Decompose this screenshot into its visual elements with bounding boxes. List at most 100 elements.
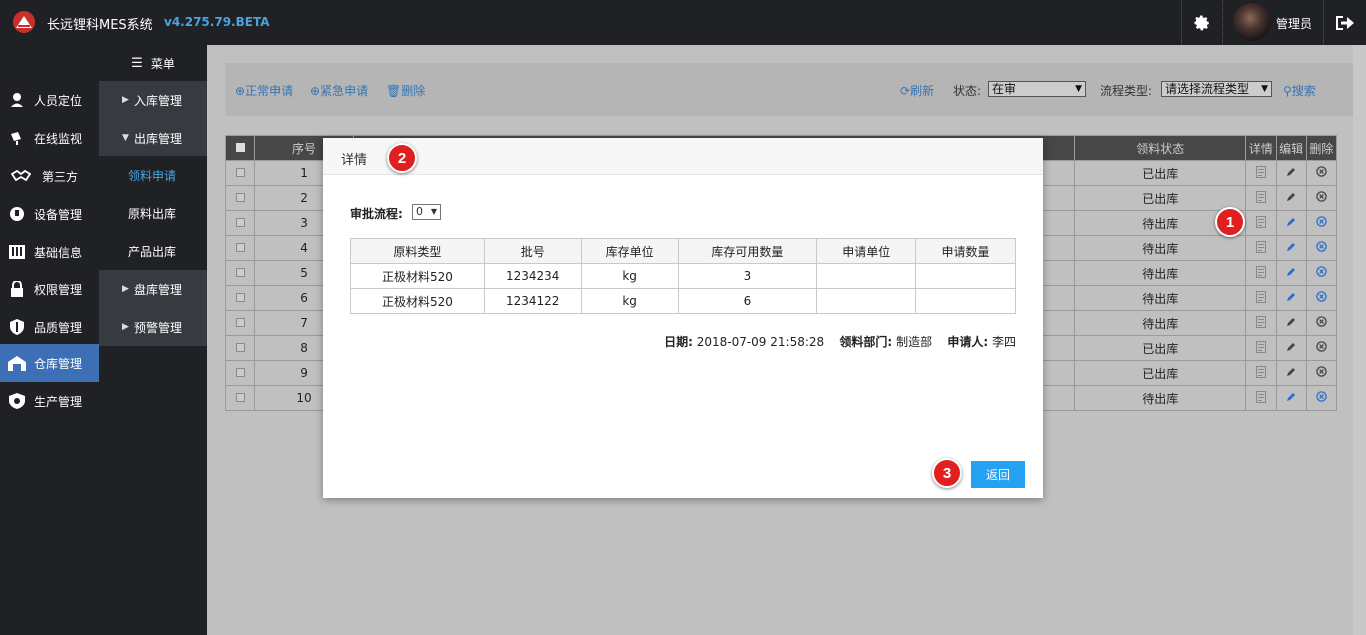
- row-checkbox[interactable]: [224, 285, 256, 311]
- select-all-checkbox[interactable]: [224, 135, 256, 161]
- submenu-item-product-outbound[interactable]: 产品出库: [99, 232, 207, 270]
- delete-row-button[interactable]: [1305, 160, 1338, 186]
- row-checkbox[interactable]: [224, 160, 256, 186]
- detail-button[interactable]: [1245, 185, 1277, 211]
- return-button[interactable]: 返回: [971, 461, 1025, 488]
- material-table: 原料类型 批号 库存单位 库存可用数量 申请单位 申请数量 正极材料520 12…: [350, 238, 1016, 314]
- flow-type-select[interactable]: 请选择流程类型 ▼: [1161, 81, 1272, 97]
- approval-flow-select[interactable]: 0 ▼: [412, 204, 441, 220]
- normal-apply-button[interactable]: ⊕正常申请: [235, 82, 293, 99]
- nav-item-warehouse[interactable]: 仓库管理: [0, 344, 99, 382]
- delete-button[interactable]: 🗑删除: [386, 82, 425, 99]
- nav-item-personnel-location[interactable]: 人员定位: [0, 81, 99, 119]
- edit-button[interactable]: [1275, 210, 1307, 236]
- edit-button[interactable]: [1275, 285, 1307, 311]
- cell: [816, 288, 917, 314]
- edit-button[interactable]: [1275, 335, 1307, 361]
- delete-row-button[interactable]: [1305, 360, 1338, 386]
- submenu-item-material-request[interactable]: 领料申请: [99, 156, 207, 194]
- row-checkbox[interactable]: [224, 185, 256, 211]
- status-value: 在审: [992, 82, 1017, 96]
- nav-item-online-monitor[interactable]: 在线监视: [0, 119, 99, 157]
- logout-button[interactable]: [1324, 0, 1366, 45]
- delete-row-button[interactable]: [1305, 285, 1338, 311]
- detail-button[interactable]: [1245, 335, 1277, 361]
- top-bar: 长远锂科MES系统 v4.275.79.BETA 管理员: [0, 0, 1366, 45]
- cell-status: 待出库: [1074, 285, 1247, 311]
- header-delete: 删除: [1305, 135, 1338, 161]
- detail-button[interactable]: [1245, 260, 1277, 286]
- detail-button[interactable]: [1245, 160, 1277, 186]
- delete-row-button[interactable]: [1305, 385, 1338, 411]
- row-checkbox[interactable]: [224, 385, 256, 411]
- person-pin-icon: [11, 93, 23, 107]
- table-header-row: 原料类型 批号 库存单位 库存可用数量 申请单位 申请数量: [350, 238, 1016, 264]
- nav-item-production[interactable]: 生产管理: [0, 382, 99, 420]
- submenu-group-inbound[interactable]: ▶ 入库管理: [99, 81, 207, 119]
- delete-row-button[interactable]: [1305, 310, 1338, 336]
- row-checkbox[interactable]: [224, 310, 256, 336]
- user-menu[interactable]: 管理员: [1223, 0, 1324, 45]
- pencil-icon: [1287, 318, 1296, 326]
- submenu-group-warning[interactable]: ▶ 预警管理: [99, 308, 207, 346]
- edit-button[interactable]: [1275, 185, 1307, 211]
- nav-item-basic-info[interactable]: 基础信息: [0, 233, 99, 271]
- applicant-value: 李四: [991, 335, 1016, 349]
- applicant-label: 申请人:: [947, 335, 989, 349]
- submenu-group-outbound[interactable]: ▼ 出库管理: [99, 119, 207, 157]
- flow-type-value: 请选择流程类型: [1165, 82, 1250, 96]
- pencil-icon: [1287, 393, 1296, 401]
- nav-item-quality[interactable]: 品质管理: [0, 308, 99, 346]
- detail-button[interactable]: [1245, 360, 1277, 386]
- status-select[interactable]: 在审 ▼: [988, 81, 1086, 97]
- close-circle-icon: [1316, 166, 1327, 177]
- status-label: 状态:: [953, 84, 982, 98]
- row-checkbox[interactable]: [224, 335, 256, 361]
- urgent-apply-button[interactable]: ⊕紧急申请: [310, 82, 368, 99]
- dept-value: 制造部: [896, 335, 933, 349]
- settings-button[interactable]: [1181, 0, 1223, 45]
- submenu-group-label: 预警管理: [134, 320, 183, 335]
- row-checkbox[interactable]: [224, 235, 256, 261]
- row-checkbox[interactable]: [224, 260, 256, 286]
- detail-button[interactable]: [1245, 285, 1277, 311]
- chevron-down-icon: ▼: [1261, 84, 1268, 94]
- pencil-icon: [1287, 168, 1296, 176]
- submenu-group-inventory[interactable]: ▶ 盘库管理: [99, 270, 207, 308]
- search-button[interactable]: ⚲搜索: [1283, 82, 1316, 99]
- dept-label: 领料部门:: [839, 335, 893, 349]
- refresh-button[interactable]: ⟳刷新: [900, 82, 934, 99]
- submenu-item-label: 原料出库: [128, 206, 177, 221]
- plus-circle-icon: ⊕: [235, 84, 246, 98]
- scrollbar[interactable]: [1353, 45, 1366, 635]
- delete-row-button[interactable]: [1305, 235, 1338, 261]
- detail-button[interactable]: [1245, 235, 1277, 261]
- nav-item-permission[interactable]: 权限管理: [0, 270, 99, 308]
- edit-button[interactable]: [1275, 360, 1307, 386]
- edit-button[interactable]: [1275, 235, 1307, 261]
- step-badge-2: 2: [387, 143, 417, 173]
- search-icon: ⚲: [1283, 84, 1292, 98]
- edit-button[interactable]: [1275, 160, 1307, 186]
- document-icon: [1255, 265, 1266, 278]
- detail-button[interactable]: [1245, 310, 1277, 336]
- document-icon: [1255, 190, 1266, 203]
- detail-button[interactable]: [1245, 385, 1277, 411]
- delete-row-button[interactable]: [1305, 185, 1338, 211]
- delete-row-button[interactable]: [1305, 335, 1338, 361]
- header-pick-status: 领料状态: [1074, 135, 1247, 161]
- refresh-label: 刷新: [910, 84, 935, 98]
- row-checkbox[interactable]: [224, 210, 256, 236]
- row-checkbox[interactable]: [224, 360, 256, 386]
- nav-item-third-party[interactable]: 第三方: [0, 157, 99, 195]
- edit-button[interactable]: [1275, 310, 1307, 336]
- delete-row-button[interactable]: [1305, 210, 1338, 236]
- document-icon: [1255, 340, 1266, 353]
- pencil-icon: [1287, 193, 1296, 201]
- delete-row-button[interactable]: [1305, 260, 1338, 286]
- edit-button[interactable]: [1275, 385, 1307, 411]
- submenu-item-raw-outbound[interactable]: 原料出库: [99, 194, 207, 232]
- edit-button[interactable]: [1275, 260, 1307, 286]
- nav-item-device-management[interactable]: 设备管理: [0, 195, 99, 233]
- detail-button[interactable]: [1245, 210, 1277, 236]
